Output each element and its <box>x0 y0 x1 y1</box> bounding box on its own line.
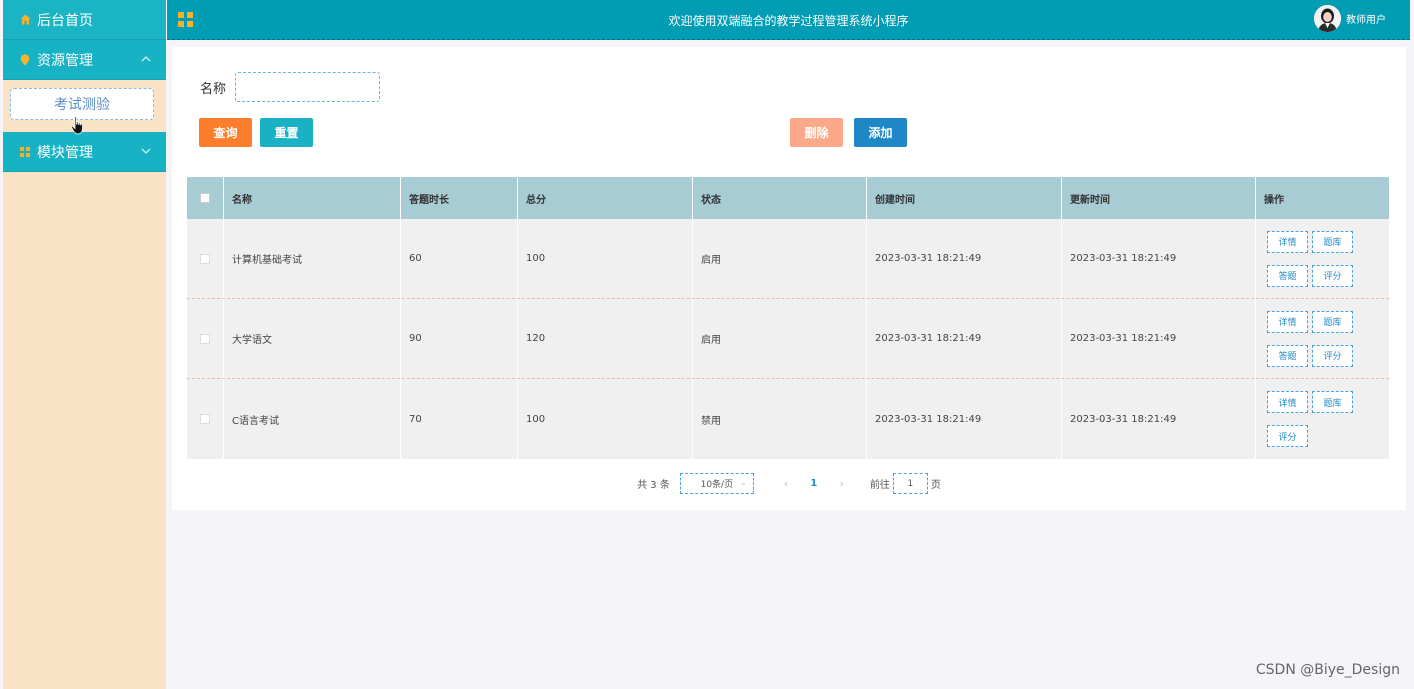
sidebar-item-module[interactable]: 模块管理 <box>3 132 166 172</box>
user-name: 教师用户 <box>1346 15 1386 26</box>
sidebar: 后台首页 资源管理 考试测验 模块管理 <box>3 0 166 689</box>
column-header: 状态 <box>693 177 867 219</box>
grid-icon <box>19 146 31 158</box>
table-row: 计算机基础考试 60 100 启用 2023-03-31 18:21:49 20… <box>187 219 1389 299</box>
column-header: 创建时间 <box>867 177 1062 219</box>
pagination: 共 3 条 10条/页 ⌄ ‹ 1 › 前往 1 页 <box>172 473 1406 494</box>
table-header: 名称 答题时长 总分 状态 创建时间 更新时间 操作 <box>187 177 1389 219</box>
sidebar-item-home-label: 后台首页 <box>37 12 93 29</box>
pagination-total: 共 3 条 <box>637 480 670 491</box>
page-size-value: 10条/页 <box>700 480 734 490</box>
row-checkbox[interactable] <box>200 333 210 344</box>
table-row: C语言考试 70 100 禁用 2023-03-31 18:21:49 2023… <box>187 379 1389 459</box>
main-panel: 名称 查询 重置 删除 添加 名称 答题时长 总分 状态 创建时间 更新时间 操… <box>172 47 1406 510</box>
cell-ops: 详情 题库 答题 评分 <box>1256 219 1389 298</box>
cell-duration: 90 <box>401 299 518 378</box>
row-checkbox-cell <box>187 299 224 378</box>
table-row: 大学语文 90 120 启用 2023-03-31 18:21:49 2023-… <box>187 299 1389 379</box>
cell-name: C语言考试 <box>224 379 401 459</box>
chevron-down-icon: ⌄ <box>740 478 747 487</box>
home-icon <box>19 14 31 26</box>
cell-duration: 70 <box>401 379 518 459</box>
column-header: 更新时间 <box>1062 177 1256 219</box>
query-button[interactable]: 查询 <box>199 118 252 147</box>
detail-button[interactable]: 详情 <box>1267 310 1308 333</box>
goto-page-input[interactable]: 1 <box>892 473 928 494</box>
delete-button[interactable]: 删除 <box>790 118 843 147</box>
cell-created: 2023-03-31 18:21:49 <box>867 299 1062 378</box>
cell-name: 计算机基础考试 <box>224 219 401 298</box>
cell-duration: 60 <box>401 219 518 298</box>
goto-prefix: 前往 <box>869 480 890 491</box>
name-search-input[interactable] <box>235 72 381 102</box>
goto-suffix: 页 <box>930 480 941 491</box>
user-menu[interactable]: 教师用户 <box>1314 5 1386 32</box>
avatar <box>1314 5 1341 32</box>
grade-button[interactable]: 评分 <box>1312 264 1353 287</box>
watermark: CSDN @Biye_Design <box>1255 662 1400 678</box>
mouse-cursor-icon <box>71 116 85 136</box>
select-all-checkbox[interactable] <box>200 193 210 203</box>
sidebar-item-home[interactable]: 后台首页 <box>3 0 166 40</box>
cell-status: 启用 <box>693 299 867 378</box>
answer-button[interactable]: 答题 <box>1267 344 1308 367</box>
sidebar-item-resource-label: 资源管理 <box>37 52 93 69</box>
page-number-current[interactable]: 1 <box>800 478 828 489</box>
cell-updated: 2023-03-31 18:21:49 <box>1062 379 1256 459</box>
chevron-up-icon <box>140 53 152 65</box>
detail-button[interactable]: 详情 <box>1267 391 1308 413</box>
sidebar-item-module-label: 模块管理 <box>37 144 93 161</box>
cell-status: 禁用 <box>693 379 867 459</box>
column-header: 总分 <box>518 177 693 219</box>
question-bank-button[interactable]: 题库 <box>1312 391 1353 413</box>
sidebar-item-exam-label: 考试测验 <box>54 97 110 113</box>
cell-score: 100 <box>518 219 693 298</box>
cell-score: 100 <box>518 379 693 459</box>
reset-button[interactable]: 重置 <box>260 118 313 147</box>
grade-button[interactable]: 评分 <box>1312 344 1353 367</box>
search-label: 名称 <box>200 81 227 97</box>
location-pin-icon <box>19 54 31 66</box>
search-row: 名称 <box>200 72 381 102</box>
cell-created: 2023-03-31 18:21:49 <box>867 379 1062 459</box>
row-checkbox-cell <box>187 219 224 298</box>
question-bank-button[interactable]: 题库 <box>1312 310 1353 333</box>
row-checkbox[interactable] <box>200 414 210 424</box>
cell-ops: 详情 题库 答题 评分 <box>1256 299 1389 378</box>
data-table: 名称 答题时长 总分 状态 创建时间 更新时间 操作 计算机基础考试 60 10… <box>187 177 1389 459</box>
cell-updated: 2023-03-31 18:21:49 <box>1062 219 1256 298</box>
page-title: 欢迎使用双端融合的教学过程管理系统小程序 <box>668 14 909 28</box>
detail-button[interactable]: 详情 <box>1267 230 1308 253</box>
prev-page-button[interactable]: ‹ <box>772 477 800 490</box>
cell-updated: 2023-03-31 18:21:49 <box>1062 299 1256 378</box>
chevron-down-icon <box>140 145 152 157</box>
question-bank-button[interactable]: 题库 <box>1312 230 1353 253</box>
cell-created: 2023-03-31 18:21:49 <box>867 219 1062 298</box>
cell-name: 大学语文 <box>224 299 401 378</box>
row-checkbox-cell <box>187 379 224 459</box>
cell-score: 120 <box>518 299 693 378</box>
sidebar-item-resource[interactable]: 资源管理 <box>3 40 166 80</box>
top-bar: 欢迎使用双端融合的教学过程管理系统小程序 教师用户 <box>167 0 1410 40</box>
cell-status: 启用 <box>693 219 867 298</box>
header-checkbox-cell <box>187 177 224 219</box>
column-header: 答题时长 <box>401 177 518 219</box>
cell-ops: 详情 题库 评分 <box>1256 379 1389 459</box>
column-header: 操作 <box>1264 194 1284 206</box>
next-page-button[interactable]: › <box>828 477 856 490</box>
column-header: 名称 <box>224 177 401 219</box>
add-button[interactable]: 添加 <box>854 118 907 147</box>
page-size-select[interactable]: 10条/页 ⌄ <box>679 473 754 494</box>
answer-button[interactable]: 答题 <box>1267 264 1308 287</box>
grade-button[interactable]: 评分 <box>1267 425 1308 447</box>
row-checkbox[interactable] <box>200 253 210 264</box>
goto-page-value: 1 <box>907 478 914 489</box>
